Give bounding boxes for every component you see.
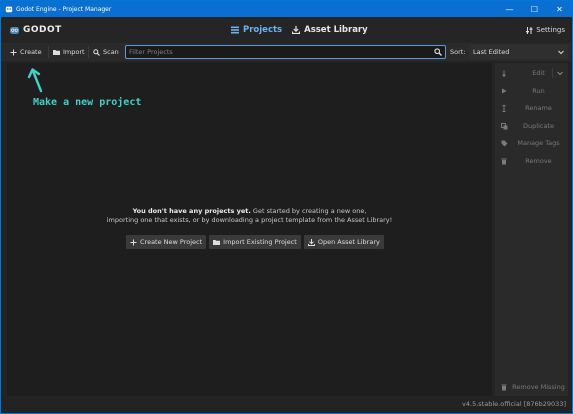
toolbar-divider [48,46,49,58]
remove-missing-label: Remove Missing [512,383,565,391]
import-existing-project-button[interactable]: Import Existing Project [209,235,301,249]
empty-state-actions: Create New Project Import Existing Proje… [126,235,387,249]
import-label: Import [63,48,85,56]
remove-label: Remove [525,157,552,165]
filter-projects-input[interactable] [126,46,426,58]
import-button[interactable]: Import [50,45,88,59]
open-asset-library-label: Open Asset Library [317,238,380,246]
filter-projects-box[interactable] [125,45,446,59]
projects-list-icon [231,26,239,34]
empty-state-bold: You don't have any projects yet. [132,207,251,215]
logo-text: GODOT [23,25,62,35]
sort-label: Sort: [450,48,466,56]
scan-button[interactable]: Scan [90,45,122,59]
minimize-button[interactable]: — [497,1,522,17]
sort-dropdown[interactable]: Last Edited [469,45,568,59]
tab-asset-library-label: Asset Library [304,25,368,35]
search-icon [93,48,100,56]
folder-icon [213,240,221,245]
plus-icon [10,49,17,55]
manage-tags-label: Manage Tags [517,139,560,147]
godot-logo-icon [10,27,19,34]
create-new-project-button[interactable]: Create New Project [126,235,207,249]
empty-state-message: You don't have any projects yet. Get sta… [7,207,492,225]
create-new-project-label: Create New Project [140,238,203,246]
tab-projects-label: Projects [243,25,283,35]
empty-state-line2: importing one that exists, or by downloa… [106,216,393,224]
rename-cursor-icon [502,104,506,112]
project-actions-panel: Edit Run Rename Duplicate Manage Tags Re… [495,63,568,396]
settings-button[interactable]: Settings [526,17,565,43]
settings-label: Settings [536,26,565,34]
hint-annotation: Make a new project [33,97,142,108]
godot-app-icon [5,6,13,13]
duplicate-label: Duplicate [523,122,554,130]
tag-icon [501,140,507,146]
edit-button[interactable]: Edit [497,66,566,80]
plus-icon [130,239,137,245]
folder-icon [53,50,60,55]
trash-icon [501,384,507,390]
open-asset-library-button[interactable]: Open Asset Library [303,235,384,249]
hint-arrow-icon [27,68,43,93]
trash-icon [501,158,507,164]
maximize-button[interactable]: ☐ [522,1,547,17]
rename-button[interactable]: Rename [497,101,566,115]
remove-button[interactable]: Remove [497,154,566,168]
create-label: Create [20,48,42,56]
play-icon [502,88,507,94]
create-button[interactable]: Create [7,45,45,59]
download-icon [307,238,315,246]
version-label: v4.5.stable.official [876b29033] [462,400,566,408]
top-header: GODOT Projects Asset Library Settings [1,17,572,43]
main-tabs: Projects Asset Library [231,17,378,43]
project-manager-window: Godot Engine - Project Manager — ☐ ✕ GOD… [0,0,573,414]
project-list-panel: Make a new project You don't have any pr… [7,63,492,396]
manage-tags-button[interactable]: Manage Tags [497,136,566,150]
title-bar: Godot Engine - Project Manager — ☐ ✕ [1,1,572,17]
scan-label: Scan [103,48,119,56]
sort-value: Last Edited [473,48,510,56]
run-button[interactable]: Run [497,84,566,98]
project-toolbar: Create Import Scan Sort: Last Edit [1,43,572,61]
tab-asset-library[interactable]: Asset Library [292,25,368,35]
edit-icon [502,70,506,77]
close-button[interactable]: ✕ [547,1,572,17]
chevron-down-icon [558,50,564,55]
import-existing-project-label: Import Existing Project [223,238,297,246]
search-icon [434,48,442,56]
toolbar-divider [88,46,89,58]
asset-library-icon [292,26,301,34]
empty-state-rest: Get started by creating a new one, [250,207,367,215]
tab-projects[interactable]: Projects [231,25,282,35]
window-title: Godot Engine - Project Manager [16,5,112,13]
edit-split-divider [552,68,553,78]
settings-sliders-icon [526,26,533,34]
run-label: Run [532,87,545,95]
rename-label: Rename [525,104,552,112]
duplicate-button[interactable]: Duplicate [497,119,566,133]
remove-missing-button[interactable]: Remove Missing [497,380,566,394]
godot-logo: GODOT [9,25,62,35]
chevron-down-icon[interactable] [556,69,564,77]
window-controls: — ☐ ✕ [497,1,572,17]
duplicate-icon [500,122,507,129]
